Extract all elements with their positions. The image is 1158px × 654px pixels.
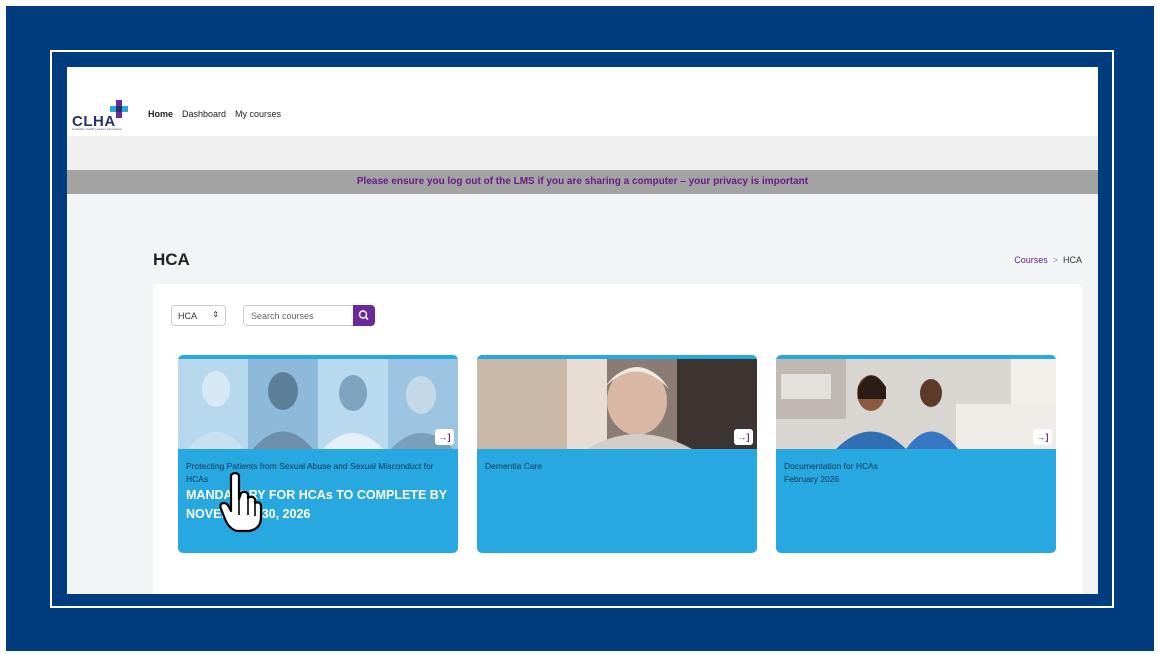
- breadcrumb-courses-link[interactable]: Courses: [1014, 255, 1048, 265]
- course-image-nurses: [776, 359, 1056, 449]
- course-date: February 2026: [784, 474, 840, 484]
- header-band: [67, 136, 1098, 170]
- course-panel: HCA ⇕ Search courses →] Protecting Patie…: [153, 284, 1082, 594]
- course-title[interactable]: Documentation for HCAs: [784, 460, 1049, 473]
- enter-icon[interactable]: →]: [1033, 429, 1052, 445]
- privacy-notice: Please ensure you log out of the LMS if …: [67, 170, 1098, 194]
- primary-nav: Home Dashboard My courses: [148, 109, 281, 119]
- enter-icon[interactable]: →]: [734, 429, 753, 445]
- hand-pointer-icon: [219, 471, 263, 533]
- nav-dashboard[interactable]: Dashboard: [182, 109, 226, 119]
- sort-arrows-icon: ⇕: [212, 310, 219, 319]
- portraits-image: [178, 359, 458, 449]
- search-icon: [358, 310, 369, 321]
- category-select-value: HCA: [178, 311, 198, 321]
- elderly-man-image: [477, 359, 757, 449]
- breadcrumb-separator-icon: >: [1052, 255, 1058, 265]
- enter-icon[interactable]: →]: [435, 429, 454, 445]
- category-select[interactable]: HCA ⇕: [171, 305, 226, 326]
- search-button[interactable]: [353, 305, 375, 326]
- search-courses-input[interactable]: Search courses: [243, 305, 354, 326]
- page-title: HCA: [153, 250, 190, 269]
- nav-my-courses[interactable]: My courses: [235, 109, 281, 119]
- nav-home[interactable]: Home: [148, 109, 173, 119]
- breadcrumb-current: HCA: [1062, 255, 1082, 265]
- course-image-portraits: [178, 359, 458, 449]
- nurses-image: [776, 359, 1056, 449]
- logo-tagline: Canadian Health Leaders Association: [72, 127, 123, 131]
- clha-logo[interactable]: CLHA Canadian Health Leaders Association: [71, 99, 131, 133]
- course-image-elderly-man: [477, 359, 757, 449]
- course-title[interactable]: Dementia Care: [485, 460, 750, 473]
- navbar: CLHA Canadian Health Leaders Association…: [67, 67, 1098, 136]
- breadcrumb: Courses > HCA: [1014, 255, 1082, 265]
- course-card-dementia-care[interactable]: →] Dementia Care: [477, 355, 757, 553]
- course-card-documentation[interactable]: →] Documentation for HCAs February 2026: [776, 355, 1056, 553]
